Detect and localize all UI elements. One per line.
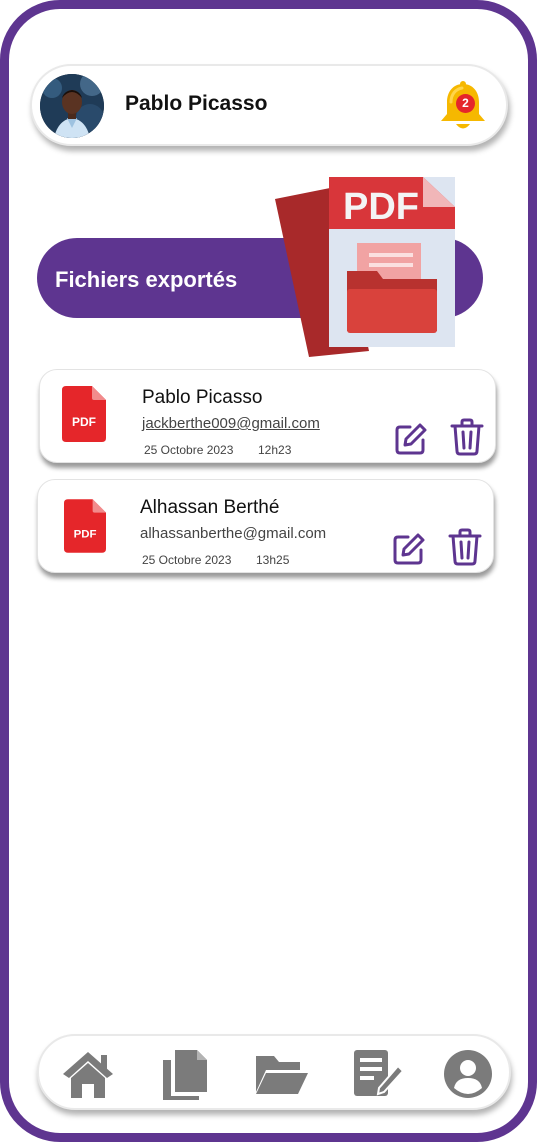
delete-icon[interactable] xyxy=(446,528,484,566)
file-email[interactable]: alhassanberthe@gmail.com xyxy=(140,525,326,542)
user-name: Pablo Picasso xyxy=(125,92,268,115)
file-time: 12h23 xyxy=(258,443,292,457)
file-name: Pablo Picasso xyxy=(142,387,263,408)
pdf-file-icon: PDF xyxy=(62,386,106,442)
svg-text:PDF: PDF xyxy=(72,415,96,429)
delete-icon[interactable] xyxy=(448,418,486,456)
home-icon[interactable] xyxy=(61,1048,115,1100)
folder-icon[interactable] xyxy=(254,1048,308,1100)
edit-icon[interactable] xyxy=(394,422,428,456)
svg-text:PDF: PDF xyxy=(74,528,97,540)
pdf-illustration-label: PDF xyxy=(343,186,419,228)
edit-document-icon[interactable] xyxy=(350,1048,404,1100)
file-card[interactable]: PDF Alhassan Berthé alhassanberthe@gmail… xyxy=(37,479,494,573)
documents-icon[interactable] xyxy=(157,1048,211,1100)
pdf-file-icon: PDF xyxy=(64,499,106,553)
edit-icon[interactable] xyxy=(392,532,426,566)
file-date: 25 Octobre 2023 xyxy=(142,553,232,567)
phone-frame: Pablo Picasso 2 Fichiers exportés PDF PD… xyxy=(0,0,537,1142)
pdf-folder-illustration: PDF xyxy=(275,177,455,357)
page-title: Fichiers exportés xyxy=(55,267,238,292)
file-date: 25 Octobre 2023 xyxy=(144,443,234,457)
profile-icon[interactable] xyxy=(441,1048,495,1100)
file-card[interactable]: PDF Pablo Picasso jackberthe009@gmail.co… xyxy=(39,369,496,463)
file-time: 13h25 xyxy=(256,553,290,567)
profile-header: Pablo Picasso 2 xyxy=(30,64,508,146)
notification-badge: 2 xyxy=(456,94,475,113)
file-email[interactable]: jackberthe009@gmail.com xyxy=(142,415,320,432)
bottom-navigation xyxy=(37,1034,511,1110)
avatar[interactable] xyxy=(40,74,104,138)
file-name: Alhassan Berthé xyxy=(140,497,280,518)
